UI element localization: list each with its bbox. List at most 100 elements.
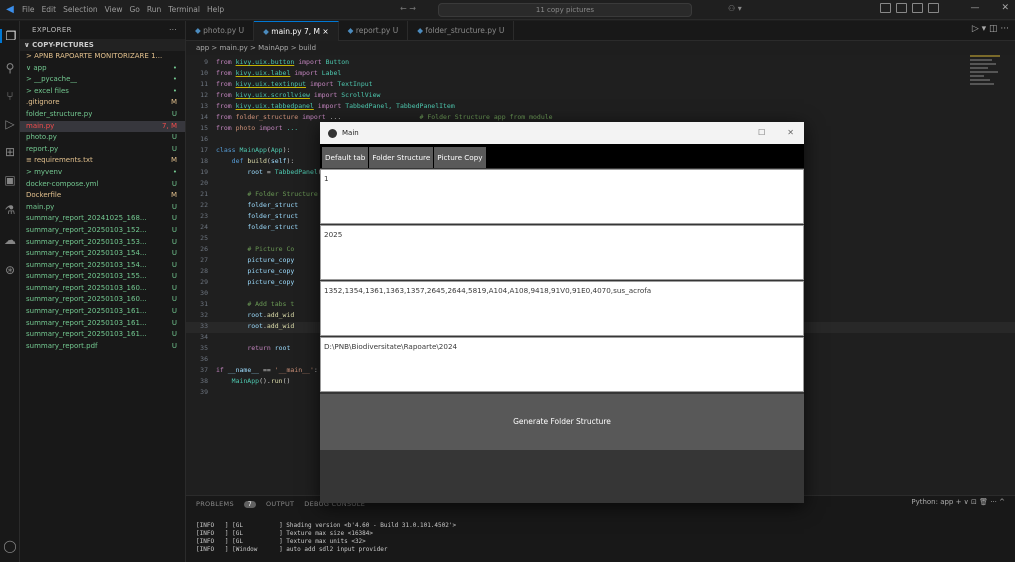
menu-edit[interactable]: Edit [42,5,57,14]
close-window-icon[interactable]: ✕ [1001,3,1009,13]
menu-terminal[interactable]: Terminal [168,5,200,14]
code-line-11: from kivy.uix.textinput import TextInput [216,80,373,88]
breadcrumb[interactable]: app > main.py > MainApp > build [186,42,316,54]
tab-picture-copy[interactable]: Picture Copy [434,147,486,168]
nav-arrows-icon[interactable]: ← → [400,4,416,13]
run-debug-icon[interactable]: ▷ [0,117,20,131]
file-tree-item[interactable]: photo.py U [20,132,185,144]
remote-explorer-icon[interactable]: ▣ [0,173,20,187]
terminal-line: [INFO ] [GL ] Texture max units <32> [196,538,366,545]
menu-file[interactable]: File [22,5,35,14]
menu-run[interactable]: Run [147,5,161,14]
line-number: 29 [200,278,208,286]
line-number: 28 [200,267,208,275]
tab-output[interactable]: OUTPUT [266,500,294,508]
line-number: 30 [200,289,208,297]
git-status-badge: U [171,133,177,142]
file-tree-item[interactable]: Dockerfile M [20,190,185,202]
kivy-maximize-icon[interactable]: ☐ [758,128,765,137]
tab-default[interactable]: Default tab [322,147,369,168]
kivy-close-icon[interactable]: ✕ [787,128,794,137]
vscode-logo-icon: ◀ [6,4,14,15]
file-tree-item[interactable]: report.py U [20,144,185,156]
file-tree-item[interactable]: ≡ requirements.txt M [20,155,185,167]
kivy-app-window: Main ☐ ✕ Default tab Folder Structure Pi… [320,122,804,503]
file-tree-item[interactable]: main.py U [20,202,185,214]
git-status-badge: U [171,225,177,234]
git-status-badge: U [171,272,177,281]
file-tree-item[interactable]: summary_report_20250103_160... U [20,294,185,306]
menu-view[interactable]: View [105,5,123,14]
file-tree-item-label: summary_report_20250103_161... [26,307,147,316]
split-editor-icon[interactable]: ◫ [989,24,998,34]
kivy-input-path[interactable]: D:\PNB\Biodiversitate\Rapoarte\2024 [320,337,804,392]
file-tree-item[interactable]: summary_report_20250103_160... U [20,283,185,295]
file-tree-item-label: folder_structure.py [26,109,93,118]
editor-tab[interactable]: ◆ main.py 7, M × [254,21,339,41]
minimize-icon[interactable]: — [970,3,979,13]
extensions-icon[interactable]: ⊞ [0,145,20,159]
file-tree-item[interactable]: .gitignore M [20,97,185,109]
line-number: 25 [200,234,208,242]
explorer-icon[interactable]: ❐ [0,29,20,43]
generate-folder-structure-button[interactable]: Generate Folder Structure [320,394,804,450]
customize-layout-icon[interactable] [928,3,939,13]
source-control-icon[interactable]: ⑂ [0,89,20,103]
file-tree-item[interactable]: summary_report_20250103_152... U [20,225,185,237]
editor-tab[interactable]: ◆ report.py U [339,21,409,41]
file-tree-item[interactable]: docker-compose.yml U [20,179,185,191]
copilot-chat-icon[interactable]: ⊛ [0,263,20,277]
file-tree-item[interactable]: folder_structure.py U [20,109,185,121]
editor-tab[interactable]: ◆ folder_structure.py U [408,21,515,41]
menu-help[interactable]: Help [207,5,224,14]
line-number: 17 [200,146,208,154]
toggle-sidebar-icon[interactable] [880,3,891,13]
terminal-actions[interactable]: Python: app + ∨ ⊡ 🗑 ··· ^ [911,498,1005,506]
account-icon[interactable]: ◯ [0,539,20,553]
menu-selection[interactable]: Selection [63,5,98,14]
kivy-input-year[interactable]: 2025 [320,225,804,280]
file-tree-item[interactable]: > excel files • [20,86,185,98]
code-line-27: picture_copy [247,256,295,264]
file-tree-item[interactable]: summary_report_20250103_161... U [20,329,185,341]
toggle-secondary-sidebar-icon[interactable] [912,3,923,13]
file-tree-item[interactable]: > APNB RAPOARTE MONITORIZARE 1... [20,51,185,63]
file-tree-item-label: summary_report_20241025_168... [26,214,147,223]
file-tree-item[interactable]: > myvenv • [20,167,185,179]
file-tree-item-label: docker-compose.yml [26,179,99,188]
file-tree-item[interactable]: summary_report.pdf U [20,341,185,353]
file-tree-item[interactable]: > __pycache__ • [20,74,185,86]
minimap[interactable] [970,55,1006,95]
file-tree-item[interactable]: summary_report_20250103_153... U [20,237,185,249]
editor-tab[interactable]: ◆ photo.py U [186,21,255,41]
editor-tab-label: report.py U [355,26,399,35]
docker-icon[interactable]: ☁ [0,233,20,247]
code-line-10: from kivy.uix.label import Label [216,69,342,77]
tab-problems[interactable]: PROBLEMS [196,500,234,508]
more-actions-icon[interactable]: ··· [169,26,177,34]
code-line-18: def build(self): [231,157,295,165]
file-tree-item[interactable]: main.py 7, M [20,120,185,133]
workspace-folder[interactable]: ∨ COPY-PICTURES [20,39,185,51]
file-tree-item-label: > excel files [26,86,69,95]
kivy-input-codes[interactable]: 1352,1354,1361,1363,1357,2645,2644,5819,… [320,281,804,336]
toggle-panel-icon[interactable] [896,3,907,13]
file-tree-item[interactable]: summary_report_20250103_161... U [20,318,185,330]
file-tree-item-label: summary_report_20250103_160... [26,295,147,304]
search-icon[interactable]: ⚲ [0,61,20,75]
editor-more-icon[interactable]: ··· [1000,24,1009,34]
file-tree-item[interactable]: summary_report_20250103_154... U [20,260,185,272]
menu-go[interactable]: Go [129,5,139,14]
file-tree-item[interactable]: ∨ app • [20,63,185,75]
testing-icon[interactable]: ⚗ [0,203,20,217]
file-tree-item[interactable]: summary_report_20250103_155... U [20,271,185,283]
copilot-icon[interactable]: ⚇ ▾ [728,4,742,13]
file-tree-item[interactable]: summary_report_20250103_154... U [20,248,185,260]
command-center-search[interactable]: 11 copy pictures [438,3,692,17]
terminal-output[interactable]: [INFO ] [GL ] Shading version <b'4.60 - … [186,512,1015,554]
file-tree-item[interactable]: summary_report_20250103_161... U [20,306,185,318]
kivy-input-1[interactable]: 1 [320,169,804,224]
file-tree-item[interactable]: summary_report_20241025_168... U [20,213,185,225]
tab-folder-structure[interactable]: Folder Structure [369,147,434,168]
run-file-icon[interactable]: ▷ ▾ [972,24,986,34]
